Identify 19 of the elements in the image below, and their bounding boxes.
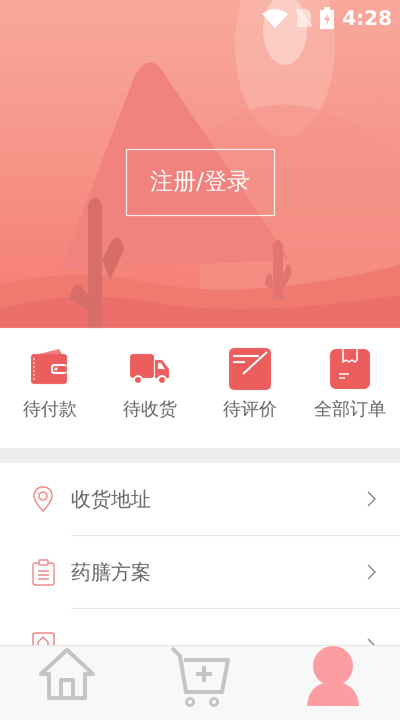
cart-add-icon [170, 646, 230, 708]
box-icon[interactable] [329, 348, 371, 390]
order-label[interactable]: 全部订单 [314, 396, 386, 423]
edit-icon[interactable] [229, 348, 271, 390]
menu-label: 收货地址 [71, 486, 152, 513]
battery-icon [320, 7, 334, 29]
menu-label: 药膳方案 [71, 559, 152, 586]
order-label[interactable]: 待评价 [223, 396, 277, 423]
time-text: 4:28 [342, 5, 392, 32]
no-sim-icon [296, 8, 312, 28]
clipboard-icon [32, 559, 55, 586]
order-label[interactable]: 待付款 [23, 396, 77, 423]
menu-item[interactable]: 收货地址 [0, 463, 400, 536]
wifi-icon [262, 8, 288, 28]
menu-item[interactable]: 药膳方案 [0, 536, 400, 609]
chevron-right-icon [367, 491, 376, 507]
order-label[interactable]: 待收货 [123, 396, 177, 423]
location-pin-icon [32, 486, 55, 513]
chevron-right-icon [367, 564, 376, 580]
